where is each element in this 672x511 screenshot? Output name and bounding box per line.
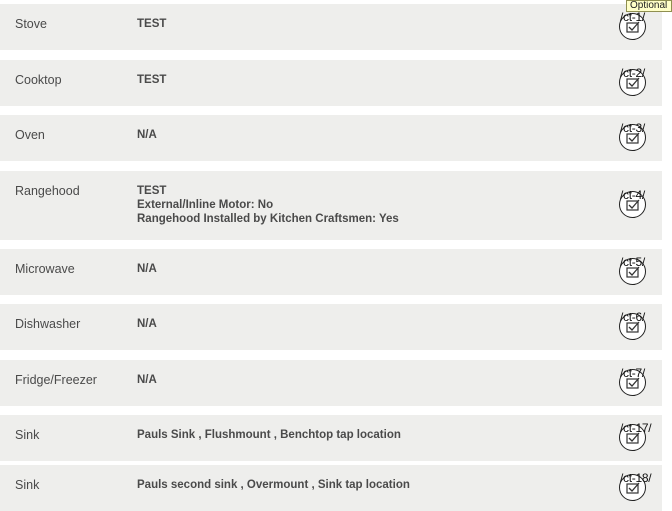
item-label: Dishwasher <box>15 317 81 331</box>
item-value-line: TEST <box>137 185 167 197</box>
list-item-stove: Stove TEST /ct-1/ <box>0 4 662 50</box>
row-action-button[interactable]: /ct-4/ <box>619 188 651 219</box>
row-code: /ct-4/ <box>620 188 645 202</box>
row-code: /ct-2/ <box>620 66 645 80</box>
item-value-line: Rangehood Installed by Kitchen Craftsmen… <box>137 213 399 225</box>
row-action-button[interactable]: /ct-2/ <box>619 66 651 97</box>
item-value: TEST External/Inline Motor: No Rangehood… <box>137 184 399 226</box>
item-value: TEST <box>137 73 166 87</box>
item-value: N/A <box>137 262 157 276</box>
row-action-button[interactable]: /ct-5/ <box>619 255 651 286</box>
item-value-line: TEST <box>137 74 167 86</box>
row-action-button[interactable]: /ct-17/ <box>619 421 652 452</box>
list-item-cooktop: Cooktop TEST /ct-2/ <box>0 60 662 106</box>
item-value-line: N/A <box>137 318 157 330</box>
list-item-rangehood: Rangehood TEST External/Inline Motor: No… <box>0 171 662 240</box>
row-code: /ct-6/ <box>620 310 645 324</box>
list-item-sink-second: Sink Pauls second sink , Overmount , Sin… <box>0 465 662 511</box>
item-label: Cooktop <box>15 73 62 87</box>
row-code: /ct-7/ <box>620 366 645 380</box>
item-value: N/A <box>137 373 157 387</box>
row-code: /ct-3/ <box>620 121 645 135</box>
list-item-dishwasher: Dishwasher N/A /ct-6/ <box>0 304 662 350</box>
row-action-button[interactable]: /ct-18/ <box>619 471 652 502</box>
item-label: Sink <box>15 428 40 442</box>
item-value-line: TEST <box>137 18 167 30</box>
item-label: Stove <box>15 17 47 31</box>
row-action-button[interactable]: /ct-1/ <box>619 10 651 41</box>
row-code: /ct-5/ <box>620 255 645 269</box>
row-code: /ct-18/ <box>620 471 652 485</box>
item-value: N/A <box>137 317 157 331</box>
list-item-oven: Oven N/A /ct-3/ <box>0 115 662 161</box>
item-value-line: N/A <box>137 374 157 386</box>
tooltip: Optional <box>626 0 672 12</box>
row-action-button[interactable]: /ct-7/ <box>619 366 651 397</box>
row-code: /ct-1/ <box>620 10 645 24</box>
list-item-microwave: Microwave N/A /ct-5/ <box>0 249 662 295</box>
item-value-line: Pauls Sink , Flushmount , Benchtop tap l… <box>137 429 401 441</box>
item-value-line: Pauls second sink , Overmount , Sink tap… <box>137 479 410 491</box>
list-item-fridge-freezer: Fridge/Freezer N/A /ct-7/ <box>0 360 662 406</box>
list-item-sink: Sink Pauls Sink , Flushmount , Benchtop … <box>0 415 662 461</box>
item-value: TEST <box>137 17 166 31</box>
item-label: Sink <box>15 478 40 492</box>
row-code: /ct-17/ <box>620 421 652 435</box>
item-value-line: N/A <box>137 129 157 141</box>
item-value-line: N/A <box>137 263 157 275</box>
row-action-button[interactable]: /ct-6/ <box>619 310 651 341</box>
item-value: Pauls Sink , Flushmount , Benchtop tap l… <box>137 428 401 442</box>
item-label: Rangehood <box>15 184 80 198</box>
item-value: N/A <box>137 128 157 142</box>
item-value-line: External/Inline Motor: No <box>137 199 274 211</box>
item-label: Fridge/Freezer <box>15 373 97 387</box>
item-label: Microwave <box>15 262 75 276</box>
item-label: Oven <box>15 128 45 142</box>
row-action-button[interactable]: /ct-3/ <box>619 121 651 152</box>
item-value: Pauls second sink , Overmount , Sink tap… <box>137 478 410 492</box>
